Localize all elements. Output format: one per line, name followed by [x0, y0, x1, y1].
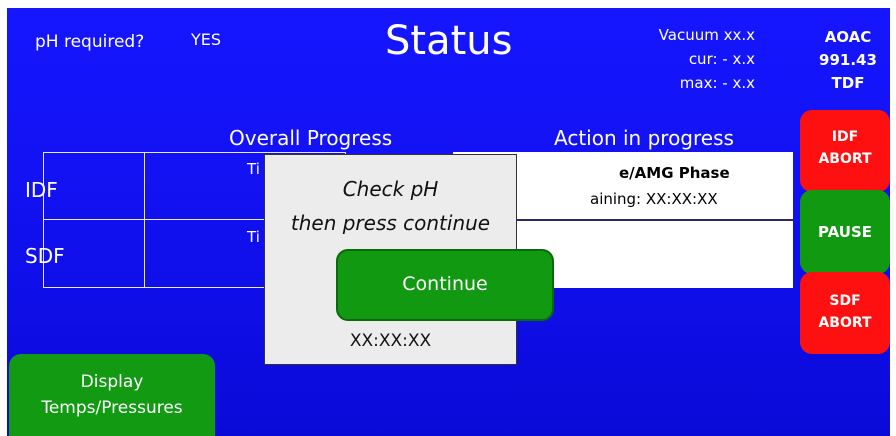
idf-abort-button[interactable]: IDF ABORT — [800, 110, 890, 192]
idf-abort-line-2: ABORT — [818, 151, 872, 167]
page-title: Status — [385, 18, 513, 64]
pause-button[interactable]: PAUSE — [800, 190, 890, 274]
idf-time-label: Ti — [247, 160, 260, 178]
action-phase: e/AMG Phase — [619, 164, 730, 182]
overall-progress-heading: Overall Progress — [229, 126, 393, 150]
action-time-remaining: aining: XX:XX:XX — [590, 190, 718, 208]
method-line-1: AOAC — [824, 28, 872, 46]
display-button-line-2: Temps/Pressures — [41, 398, 183, 418]
ph-required-label: pH required? — [35, 32, 145, 52]
continue-button[interactable]: Continue — [336, 249, 554, 321]
vacuum-readout: Vacuum xx.x — [658, 26, 755, 44]
sdf-label: SDF — [25, 244, 65, 268]
action-in-progress-heading: Action in progress — [554, 126, 734, 150]
check-ph-dialog: Check pH then press continue Continue XX… — [264, 154, 554, 365]
dialog-timer: XX:XX:XX — [349, 331, 432, 351]
sdf-abort-button[interactable]: SDF ABORT — [800, 272, 890, 354]
vacuum-max: max: - x.x — [679, 74, 755, 92]
idf-row-cell — [43, 152, 145, 220]
dialog-message-line-2: then press continue — [290, 211, 491, 235]
sdf-time-label: Ti — [247, 228, 260, 246]
method-label: AOAC 991.43 TDF — [818, 26, 878, 95]
sdf-abort-line-2: ABORT — [818, 315, 872, 331]
idf-abort-line-1: IDF — [831, 129, 859, 145]
status-screen: pH required? YES Status Vacuum xx.x cur:… — [7, 8, 890, 436]
idf-label: IDF — [25, 178, 58, 202]
method-line-2: 991.43 — [819, 51, 877, 69]
ph-required-value: YES — [191, 30, 222, 49]
display-temps-pressures-button[interactable]: Display Temps/Pressures — [9, 354, 215, 436]
sdf-abort-line-1: SDF — [829, 293, 861, 309]
dialog-message-line-1: Check pH — [342, 177, 439, 201]
vacuum-current: cur: - x.x — [688, 50, 755, 68]
display-button-line-1: Display — [80, 372, 144, 392]
method-line-3: TDF — [831, 74, 865, 92]
